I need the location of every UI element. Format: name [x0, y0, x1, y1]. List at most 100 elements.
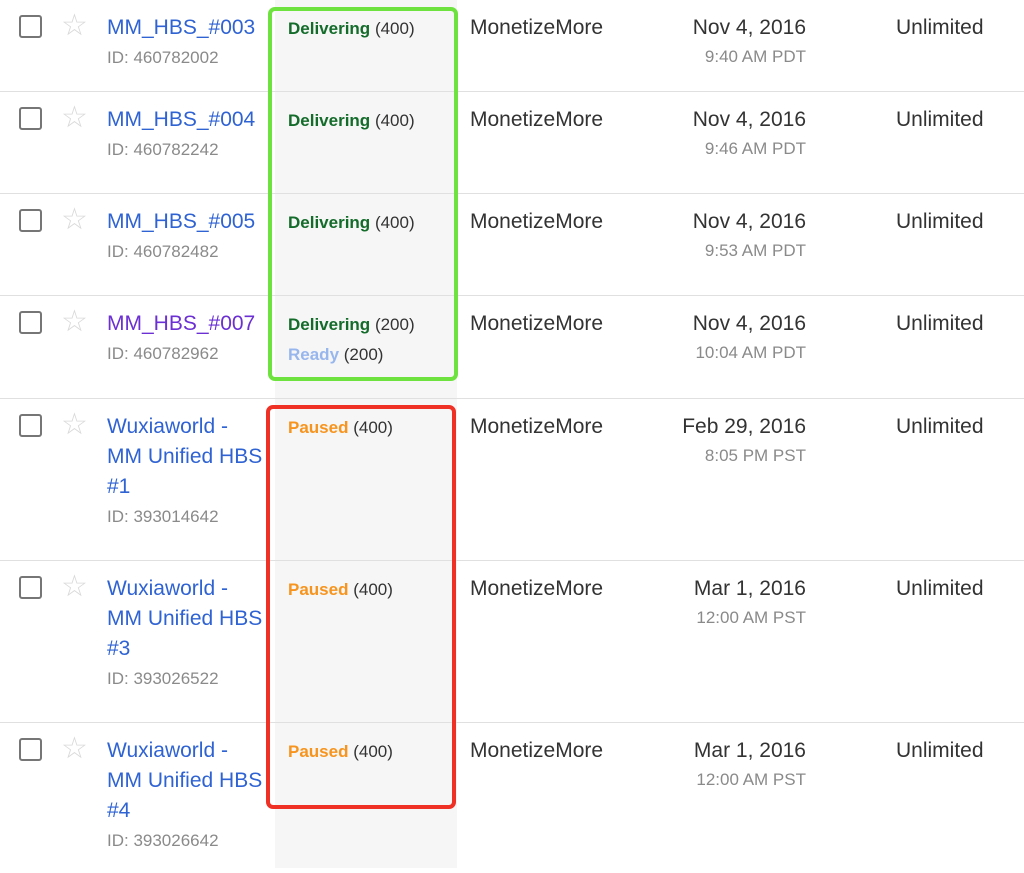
status-count: (400)	[353, 742, 393, 761]
status-label: Delivering	[288, 213, 371, 232]
status-count: (400)	[353, 418, 393, 437]
line-items-table: ☆ MM_HBS_#003 ID: 460782002 Delivering (…	[0, 0, 1024, 873]
start-date-cell: Nov 4, 2016 9:46 AM PDT	[626, 105, 806, 163]
status-entry: Delivering (400)	[288, 208, 448, 238]
goal-cell: Unlimited	[896, 210, 984, 233]
line-item-id: ID: 393026642	[107, 831, 219, 850]
line-item-link[interactable]: MM_HBS_#005	[107, 207, 267, 237]
line-item-id: ID: 393026522	[107, 669, 219, 688]
status-cell: Paused (400)	[288, 737, 448, 767]
line-item-link[interactable]: MM_HBS_#004	[107, 105, 267, 135]
status-label: Delivering	[288, 315, 371, 334]
status-label: Paused	[288, 418, 349, 437]
start-date-cell: Feb 29, 2016 8:05 PM PST	[626, 412, 806, 470]
star-icon[interactable]: ☆	[61, 205, 88, 235]
status-label: Paused	[288, 580, 349, 599]
start-time: 12:00 AM PST	[696, 770, 806, 789]
advertiser-cell: MonetizeMore	[470, 16, 604, 39]
line-item-link[interactable]: Wuxiaworld - MM Unified HBS #4	[107, 736, 267, 826]
start-date: Nov 4, 2016	[692, 312, 806, 335]
start-date-cell: Mar 1, 2016 12:00 AM PST	[626, 736, 806, 794]
start-date: Mar 1, 2016	[693, 577, 806, 600]
table-row: ☆ MM_HBS_#007 ID: 460782962 Delivering (…	[0, 296, 1024, 399]
start-time: 9:46 AM PDT	[704, 139, 806, 158]
line-item-link[interactable]: Wuxiaworld - MM Unified HBS #1	[107, 412, 267, 502]
checkbox-icon[interactable]	[19, 738, 42, 761]
start-date: Nov 4, 2016	[692, 210, 806, 233]
star-icon[interactable]: ☆	[61, 103, 88, 133]
line-item-name-cell: MM_HBS_#004 ID: 460782242	[107, 105, 267, 163]
status-label: Delivering	[288, 19, 371, 38]
line-item-name-cell: Wuxiaworld - MM Unified HBS #3 ID: 39302…	[107, 574, 267, 692]
goal-cell: Unlimited	[896, 108, 984, 131]
advertiser-cell: MonetizeMore	[470, 210, 604, 233]
start-time: 12:00 AM PST	[696, 608, 806, 627]
status-label: Ready	[288, 345, 340, 364]
status-cell: Delivering (400)	[288, 106, 448, 136]
status-count: (400)	[353, 580, 393, 599]
advertiser-cell: MonetizeMore	[470, 739, 604, 762]
star-icon[interactable]: ☆	[61, 307, 88, 337]
goal-cell: Unlimited	[896, 577, 984, 600]
start-date: Feb 29, 2016	[682, 415, 806, 438]
start-date-cell: Nov 4, 2016 9:40 AM PDT	[626, 13, 806, 71]
line-item-name-cell: MM_HBS_#005 ID: 460782482	[107, 207, 267, 265]
star-icon[interactable]: ☆	[61, 572, 88, 602]
line-item-id: ID: 460782002	[107, 48, 219, 67]
checkbox-icon[interactable]	[19, 209, 42, 232]
start-time: 10:04 AM PDT	[695, 343, 806, 362]
status-cell: Delivering (400)	[288, 14, 448, 44]
line-item-name-cell: MM_HBS_#003 ID: 460782002	[107, 13, 267, 71]
status-count: (200)	[374, 315, 415, 334]
line-item-name-cell: MM_HBS_#007 ID: 460782962	[107, 309, 267, 367]
star-icon[interactable]: ☆	[61, 734, 88, 764]
table-row: ☆ Wuxiaworld - MM Unified HBS #1 ID: 393…	[0, 399, 1024, 561]
line-item-id: ID: 460782482	[107, 242, 219, 261]
status-count: (200)	[343, 345, 384, 364]
start-date-cell: Mar 1, 2016 12:00 AM PST	[626, 574, 806, 632]
line-item-id: ID: 460782242	[107, 140, 219, 159]
table-row: ☆ Wuxiaworld - MM Unified HBS #4 ID: 393…	[0, 723, 1024, 873]
status-count: (400)	[374, 111, 415, 130]
status-entry: Paused (400)	[288, 575, 448, 605]
checkbox-icon[interactable]	[19, 107, 42, 130]
status-entry: Paused (400)	[288, 737, 448, 767]
star-icon[interactable]: ☆	[61, 11, 88, 41]
start-time: 8:05 PM PST	[704, 446, 806, 465]
line-item-link[interactable]: MM_HBS_#007	[107, 309, 267, 339]
table-row: ☆ MM_HBS_#005 ID: 460782482 Delivering (…	[0, 194, 1024, 296]
goal-cell: Unlimited	[896, 415, 984, 438]
goal-cell: Unlimited	[896, 16, 984, 39]
advertiser-cell: MonetizeMore	[470, 415, 604, 438]
goal-cell: Unlimited	[896, 312, 984, 335]
checkbox-icon[interactable]	[19, 414, 42, 437]
start-time: 9:40 AM PDT	[704, 47, 806, 66]
status-cell: Delivering (400)	[288, 208, 448, 238]
status-count: (400)	[374, 213, 415, 232]
start-date: Nov 4, 2016	[692, 108, 806, 131]
status-cell: Delivering (200) Ready (200)	[288, 310, 448, 370]
checkbox-icon[interactable]	[19, 576, 42, 599]
line-item-name-cell: Wuxiaworld - MM Unified HBS #4 ID: 39302…	[107, 736, 267, 854]
status-entry: Paused (400)	[288, 413, 448, 443]
star-icon[interactable]: ☆	[61, 410, 88, 440]
status-entry: Delivering (200)	[288, 310, 448, 340]
status-cell: Paused (400)	[288, 575, 448, 605]
table-row: ☆ Wuxiaworld - MM Unified HBS #3 ID: 393…	[0, 561, 1024, 723]
line-item-link[interactable]: MM_HBS_#003	[107, 13, 267, 43]
goal-cell: Unlimited	[896, 739, 984, 762]
status-cell: Paused (400)	[288, 413, 448, 443]
checkbox-icon[interactable]	[19, 15, 42, 38]
checkbox-icon[interactable]	[19, 311, 42, 334]
table-row: ☆ MM_HBS_#003 ID: 460782002 Delivering (…	[0, 0, 1024, 92]
advertiser-cell: MonetizeMore	[470, 312, 604, 335]
start-date-cell: Nov 4, 2016 10:04 AM PDT	[626, 309, 806, 367]
status-label: Delivering	[288, 111, 371, 130]
start-date: Nov 4, 2016	[692, 16, 806, 39]
status-entry: Delivering (400)	[288, 106, 448, 136]
advertiser-cell: MonetizeMore	[470, 577, 604, 600]
status-count: (400)	[374, 19, 415, 38]
line-item-id: ID: 460782962	[107, 344, 219, 363]
line-item-link[interactable]: Wuxiaworld - MM Unified HBS #3	[107, 574, 267, 664]
start-date: Mar 1, 2016	[693, 739, 806, 762]
